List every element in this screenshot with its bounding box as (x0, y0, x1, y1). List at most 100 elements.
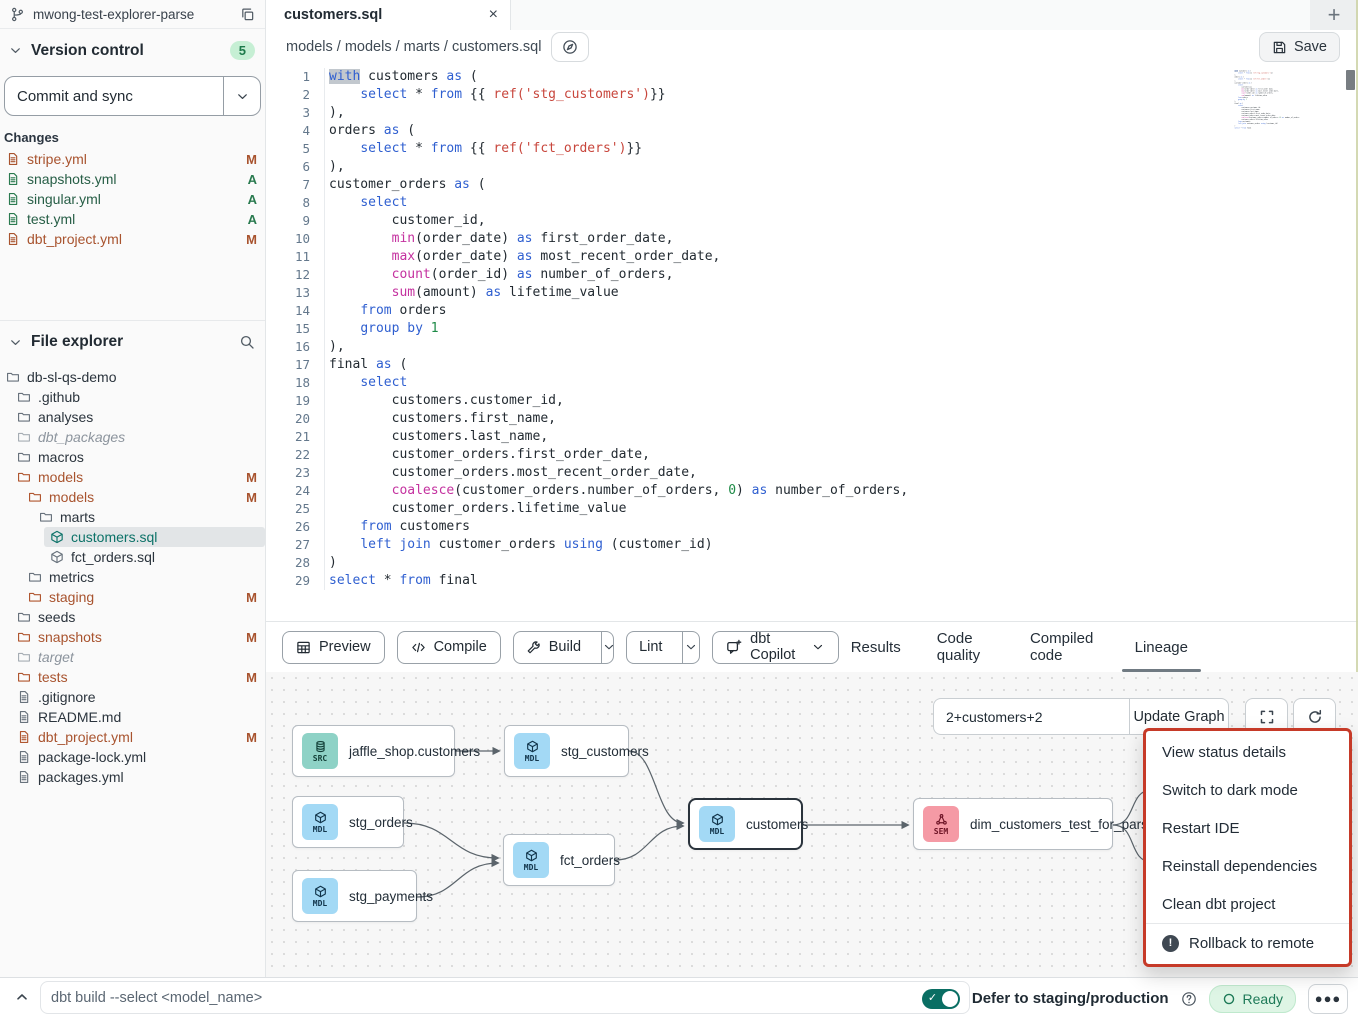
search-icon[interactable] (239, 334, 255, 350)
help-icon[interactable] (1181, 991, 1197, 1007)
editor-scrollbar[interactable] (1346, 70, 1355, 90)
change-file-name: stripe.yml (27, 151, 239, 167)
tree-item-dbt-packages[interactable]: dbt_packages (0, 427, 265, 447)
change-status: M (246, 232, 257, 247)
command-input[interactable]: dbt build --select <model_name> (40, 981, 970, 1014)
code-line: 2 select * from {{ ref('stg_customers')}… (266, 86, 1358, 104)
tree-item-label: fct_orders.sql (71, 549, 257, 565)
tree-item-status: M (246, 670, 257, 685)
node-label: dim_customers_test_for_parse (970, 817, 1155, 832)
file-explorer-title: File explorer (31, 333, 231, 351)
tree-item-package-lock-yml[interactable]: package-lock.yml (0, 747, 265, 767)
change-row[interactable]: test.ymlA (0, 209, 265, 229)
tree-item-tests[interactable]: testsM (0, 667, 265, 687)
tree-item-db-sl-qs-demo[interactable]: db-sl-qs-demo (0, 367, 265, 387)
tree-item-target[interactable]: target (0, 647, 265, 667)
tree-item-models[interactable]: modelsM (0, 467, 265, 487)
ide-options-menu: View status detailsSwitch to dark modeRe… (1143, 728, 1352, 967)
version-control-header[interactable]: Version control 5 (0, 29, 265, 68)
lint-button[interactable]: Lint (627, 632, 674, 663)
copy-branch-icon[interactable] (240, 7, 255, 22)
tab-compiled-code[interactable]: Compiled code (1030, 622, 1099, 672)
tab-results[interactable]: Results (851, 622, 901, 672)
lineage-node-stg_orders[interactable]: MDLstg_orders (292, 796, 404, 848)
menu-item-clean-dbt-project[interactable]: Clean dbt project (1146, 885, 1349, 923)
expand-command-bar-chevron[interactable] (14, 989, 30, 1005)
file-explorer-header[interactable]: File explorer (0, 321, 265, 359)
lineage-node-customers[interactable]: MDLcustomers (688, 798, 803, 850)
change-status: M (246, 152, 257, 167)
code-editor[interactable]: 1with customers as (2 select * from {{ r… (266, 64, 1358, 621)
commit-options-chevron[interactable] (223, 77, 260, 115)
menu-item-rollback-to-remote[interactable]: !Rollback to remote (1146, 923, 1349, 962)
menu-item-view-status-details[interactable]: View status details (1146, 733, 1349, 771)
dbt-copilot-button[interactable]: dbt Copilot (712, 631, 839, 664)
tree-item-staging[interactable]: stagingM (0, 587, 265, 607)
change-row[interactable]: snapshots.ymlA (0, 169, 265, 189)
tree-item-macros[interactable]: macros (0, 447, 265, 467)
tree-item-models[interactable]: modelsM (0, 487, 265, 507)
minimap[interactable]: with customers as ( select * from {{ ref… (1234, 70, 1332, 132)
build-options-chevron[interactable] (601, 632, 614, 663)
code-line: 26 from customers (266, 518, 1358, 536)
tree-item-snapshots[interactable]: snapshotsM (0, 627, 265, 647)
tree-item-dbt-project-yml[interactable]: dbt_project.ymlM (0, 727, 265, 747)
compile-button[interactable]: Compile (397, 631, 501, 664)
folder-icon (17, 670, 31, 684)
command-placeholder: dbt build --select <model_name> (51, 990, 262, 1006)
mdl-badge: MDL (699, 806, 735, 842)
more-options-button[interactable]: ●●● (1308, 984, 1348, 1014)
folder-icon (6, 370, 20, 384)
tree-item-marts[interactable]: marts (0, 507, 265, 527)
editor-tab-bar: customers.sql × + (266, 0, 1358, 30)
lineage-node-dim[interactable]: SEMdim_customers_test_for_parse (913, 798, 1113, 850)
tab-lineage[interactable]: Lineage (1135, 622, 1188, 672)
tab-customers-sql[interactable]: customers.sql × (266, 0, 511, 30)
change-row[interactable]: singular.ymlA (0, 189, 265, 209)
tree-item-label: db-sl-qs-demo (27, 369, 257, 385)
tree-item--gitignore[interactable]: .gitignore (0, 687, 265, 707)
open-in-explorer-button[interactable] (551, 32, 589, 62)
close-tab-icon[interactable]: × (489, 7, 498, 23)
tree-item-packages-yml[interactable]: packages.yml (0, 767, 265, 787)
code-line: 12 count(order_id) as number_of_orders, (266, 266, 1358, 284)
defer-toggle[interactable]: ✓ (922, 989, 960, 1009)
tree-item-seeds[interactable]: seeds (0, 607, 265, 627)
lineage-selector-input[interactable] (933, 698, 1129, 735)
tree-item-metrics[interactable]: metrics (0, 567, 265, 587)
tree-item-customers-sql[interactable]: customers.sql (44, 527, 265, 547)
code-line: 5 select * from {{ ref('fct_orders')}} (266, 140, 1358, 158)
preview-button[interactable]: Preview (282, 631, 385, 664)
tree-item--github[interactable]: .github (0, 387, 265, 407)
tree-item-fct-orders-sql[interactable]: fct_orders.sql (0, 547, 265, 567)
preview-label: Preview (319, 639, 371, 655)
lineage-node-jaffle[interactable]: SRCjaffle_shop.customers (292, 725, 455, 777)
tab-code-quality[interactable]: Code quality (937, 622, 994, 672)
save-button[interactable]: Save (1259, 32, 1340, 62)
change-row[interactable]: dbt_project.ymlM (0, 229, 265, 249)
mdl-badge: MDL (514, 733, 550, 769)
folder-icon (17, 410, 31, 424)
menu-item-reinstall-dependencies[interactable]: Reinstall dependencies (1146, 847, 1349, 885)
tree-item-readme-md[interactable]: README.md (0, 707, 265, 727)
lineage-node-stg_payments[interactable]: MDLstg_payments (292, 870, 417, 922)
new-tab-button[interactable]: + (1310, 0, 1358, 30)
code-line: 20 customers.first_name, (266, 410, 1358, 428)
build-button[interactable]: Build (514, 632, 593, 663)
menu-item-restart-ide[interactable]: Restart IDE (1146, 809, 1349, 847)
commit-and-sync-label[interactable]: Commit and sync (5, 77, 223, 115)
folder-icon (17, 610, 31, 624)
lint-options-chevron[interactable] (682, 632, 699, 663)
lineage-node-fct_orders[interactable]: MDLfct_orders (503, 834, 615, 886)
lineage-node-stg_customers[interactable]: MDLstg_customers (504, 725, 629, 777)
change-row[interactable]: stripe.yml M (0, 149, 265, 169)
defer-label: Defer to staging/production (972, 990, 1169, 1007)
code-line: 1with customers as ( (266, 68, 1358, 86)
node-label: jaffle_shop.customers (349, 744, 480, 759)
tree-item-analyses[interactable]: analyses (0, 407, 265, 427)
status-ring-icon (1222, 992, 1236, 1006)
tab-title: customers.sql (284, 7, 479, 23)
code-line: 21 customers.last_name, (266, 428, 1358, 446)
menu-item-switch-to-dark-mode[interactable]: Switch to dark mode (1146, 771, 1349, 809)
breadcrumb: models / models / marts / customers.sql (286, 39, 541, 55)
